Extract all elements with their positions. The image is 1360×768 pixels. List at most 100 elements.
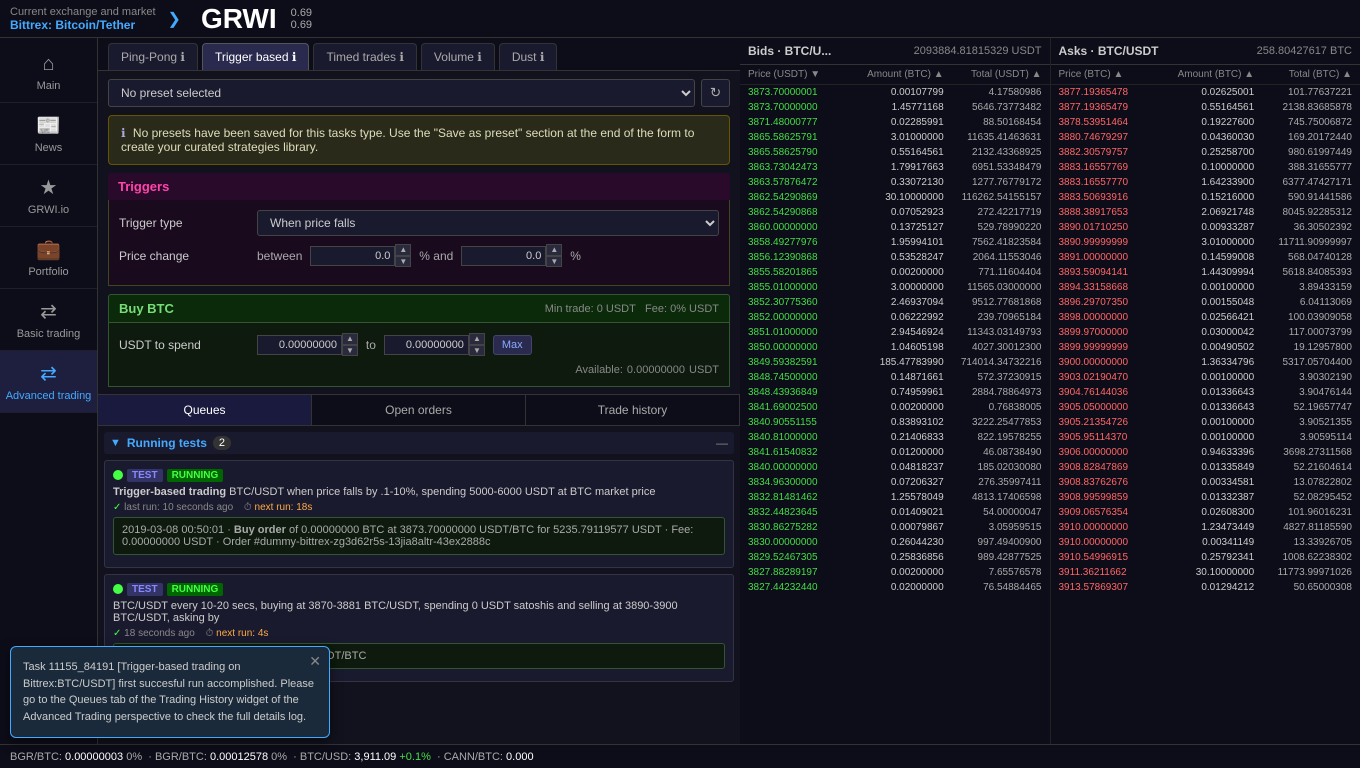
bids-row[interactable]: 3830.862752820.000798673.05959515 <box>740 520 1050 535</box>
sidebar-item-grwi[interactable]: ★ GRWI.io <box>0 165 97 227</box>
asks-row[interactable]: 3898.000000000.02566421100.03909058 <box>1051 310 1360 325</box>
bids-row[interactable]: 3848.439368490.749599612884.78864973 <box>740 385 1050 400</box>
asks-row[interactable]: 3910.549969150.257923411008.62238302 <box>1051 550 1360 565</box>
stepper-up-1[interactable]: ▲ <box>395 244 411 256</box>
bids-row[interactable]: 3840.000000000.04818237185.02030080 <box>740 460 1050 475</box>
asks-row[interactable]: 3878.539514640.19227600745.75006872 <box>1051 115 1360 130</box>
bids-row[interactable]: 3873.700000010.001077994.17580986 <box>740 85 1050 100</box>
bids-row[interactable]: 3827.442324400.0200000076.54884465 <box>740 580 1050 595</box>
bids-row[interactable]: 3840.905511550.838931023222.25477853 <box>740 415 1050 430</box>
asks-row[interactable]: 3910.000000001.234734494827.81185590 <box>1051 520 1360 535</box>
stepper-down-1[interactable]: ▼ <box>395 256 411 268</box>
bids-row[interactable]: 3827.882891970.002000007.65576578 <box>740 565 1050 580</box>
bids-row[interactable]: 3841.690025000.002000000.76838005 <box>740 400 1050 415</box>
asks-row[interactable]: 3900.000000001.363347965317.05704400 <box>1051 355 1360 370</box>
asks-row[interactable]: 3888.389176532.069217488045.92285312 <box>1051 205 1360 220</box>
asks-row[interactable]: 3883.506939160.15216000590.91441586 <box>1051 190 1360 205</box>
asks-row[interactable]: 3903.021904700.001000003.90302190 <box>1051 370 1360 385</box>
asks-row[interactable]: 3890.999999993.0100000011711.90999997 <box>1051 235 1360 250</box>
bids-row[interactable]: 3862.542908680.07052923272.42217719 <box>740 205 1050 220</box>
tab-dust[interactable]: Dust ℹ <box>499 43 558 70</box>
bids-row[interactable]: 3832.814814621.255780494813.17406598 <box>740 490 1050 505</box>
usdt-down-1[interactable]: ▼ <box>342 345 358 357</box>
refresh-button[interactable]: ↻ <box>701 79 730 107</box>
tab-volume[interactable]: Volume ℹ <box>421 43 495 70</box>
asks-row[interactable]: 3877.193654790.551645612138.83685878 <box>1051 100 1360 115</box>
sidebar-item-advanced-trading[interactable]: ⇄ Advanced trading <box>0 351 97 413</box>
asks-row[interactable]: 3910.000000000.0034114913.33926705 <box>1051 535 1360 550</box>
asks-row[interactable]: 3908.995998590.0133238752.08295452 <box>1051 490 1360 505</box>
bids-row[interactable]: 3863.578764720.330721301277.76779172 <box>740 175 1050 190</box>
exchange-name[interactable]: Bittrex: Bitcoin/Tether <box>10 18 156 32</box>
bids-row[interactable]: 3865.586257913.0100000011635.41463631 <box>740 130 1050 145</box>
bids-row[interactable]: 3863.730424731.799176636951.53348479 <box>740 160 1050 175</box>
bids-row[interactable]: 3855.582018650.00200000771.11604404 <box>740 265 1050 280</box>
bids-row[interactable]: 3852.307753602.469370949512.77681868 <box>740 295 1050 310</box>
preset-select[interactable]: No preset selected <box>108 79 695 107</box>
usdt-val1-field[interactable] <box>257 335 342 355</box>
asks-row[interactable]: 3905.050000000.0133664352.19657747 <box>1051 400 1360 415</box>
asks-row[interactable]: 3899.999999990.0049050219.12957800 <box>1051 340 1360 355</box>
asks-row[interactable]: 3882.305797570.25258700980.61997449 <box>1051 145 1360 160</box>
sidebar-item-basic-trading[interactable]: ⇄ Basic trading <box>0 289 97 351</box>
bids-row[interactable]: 3858.492779761.959941017562.41823584 <box>740 235 1050 250</box>
minimize-button[interactable]: — <box>716 436 728 450</box>
bids-row[interactable]: 3860.000000000.13725127529.78990220 <box>740 220 1050 235</box>
max-button[interactable]: Max <box>493 335 532 355</box>
asks-row[interactable]: 3906.000000000.946333963698.27311568 <box>1051 445 1360 460</box>
usdt-up-2[interactable]: ▲ <box>469 333 485 345</box>
bids-row[interactable]: 3848.745000000.14871661572.37230915 <box>740 370 1050 385</box>
price-val1-field[interactable] <box>310 246 395 266</box>
bids-row[interactable]: 3841.615408320.0120000046.08738490 <box>740 445 1050 460</box>
tab-ping-pong[interactable]: Ping-Pong ℹ <box>108 43 198 70</box>
asks-row[interactable]: 3880.746792970.04360030169.20172440 <box>1051 130 1360 145</box>
price-val2-field[interactable] <box>461 246 546 266</box>
bids-row[interactable]: 3862.5429086930.10000000116262.54155157 <box>740 190 1050 205</box>
tab-trade-history[interactable]: Trade history <box>526 395 740 425</box>
stepper-down-2[interactable]: ▼ <box>546 256 562 268</box>
usdt-val2-field[interactable] <box>384 335 469 355</box>
bids-row[interactable]: 3850.000000001.046051984027.30012300 <box>740 340 1050 355</box>
bids-row[interactable]: 3855.010000003.0000000011565.03000000 <box>740 280 1050 295</box>
bids-row[interactable]: 3849.59382591185.47783990714014.34732216 <box>740 355 1050 370</box>
bids-row[interactable]: 3830.000000000.26044230997.49400900 <box>740 535 1050 550</box>
sidebar-item-main[interactable]: ⌂ Main <box>0 43 97 103</box>
asks-row[interactable]: 3908.837626760.0033458113.07822802 <box>1051 475 1360 490</box>
bids-row[interactable]: 3832.448236450.0140902154.00000047 <box>740 505 1050 520</box>
asks-row[interactable]: 3891.000000000.14599008568.04740128 <box>1051 250 1360 265</box>
usdt-up-1[interactable]: ▲ <box>342 333 358 345</box>
asks-row[interactable]: 3877.193654780.02625001101.77637221 <box>1051 85 1360 100</box>
tab-trigger-based[interactable]: Trigger based ℹ <box>202 43 310 70</box>
bids-row[interactable]: 3856.123908680.535282472064.11553046 <box>740 250 1050 265</box>
collapse-icon[interactable]: ▼ <box>110 437 121 449</box>
asks-row[interactable]: 3905.951143700.001000003.90595114 <box>1051 430 1360 445</box>
asks-row[interactable]: 3896.297073500.001550486.04113069 <box>1051 295 1360 310</box>
bids-row[interactable]: 3873.700000001.457711685646.73773482 <box>740 100 1050 115</box>
asks-row[interactable]: 3894.331586680.001000003.89433159 <box>1051 280 1360 295</box>
asks-row[interactable]: 3893.590941411.443099945618.84085393 <box>1051 265 1360 280</box>
usdt-down-2[interactable]: ▼ <box>469 345 485 357</box>
asks-row[interactable]: 3899.970000000.03000042117.00073799 <box>1051 325 1360 340</box>
bids-row[interactable]: 3834.963000000.07206327276.35997411 <box>740 475 1050 490</box>
asks-row[interactable]: 3890.017102500.0093328736.30502392 <box>1051 220 1360 235</box>
trigger-type-select[interactable]: When price falls When price rises When p… <box>257 210 719 236</box>
bids-row[interactable]: 3871.480007770.0228599188.50168454 <box>740 115 1050 130</box>
asks-row[interactable]: 3883.165577701.642339006377.47427171 <box>1051 175 1360 190</box>
asks-row[interactable]: 3909.065763540.02608300101.96016231 <box>1051 505 1360 520</box>
asks-row[interactable]: 3883.165577690.10000000388.31655777 <box>1051 160 1360 175</box>
tab-open-orders[interactable]: Open orders <box>312 395 526 425</box>
bids-row[interactable]: 3852.000000000.06222992239.70965184 <box>740 310 1050 325</box>
asks-row[interactable]: 3908.828478690.0133584952.21604614 <box>1051 460 1360 475</box>
bids-row[interactable]: 3865.586257900.551645612132.43368925 <box>740 145 1050 160</box>
bids-row[interactable]: 3829.524673050.25836856989.42877525 <box>740 550 1050 565</box>
bids-row[interactable]: 3840.810000000.21406833822.19578255 <box>740 430 1050 445</box>
sidebar-item-portfolio[interactable]: 💼 Portfolio <box>0 227 97 289</box>
asks-row[interactable]: 3913.578693070.0129421250.65000308 <box>1051 580 1360 595</box>
tab-timed-trades[interactable]: Timed trades ℹ <box>313 43 416 70</box>
asks-row[interactable]: 3911.3621166230.1000000011773.99971026 <box>1051 565 1360 580</box>
tab-queues[interactable]: Queues <box>98 395 312 425</box>
sidebar-item-news[interactable]: 📰 News <box>0 103 97 165</box>
bids-row[interactable]: 3851.010000002.9454692411343.03149793 <box>740 325 1050 340</box>
notification-close-button[interactable]: ✕ <box>309 653 321 670</box>
asks-row[interactable]: 3904.761440360.013366433.90476144 <box>1051 385 1360 400</box>
